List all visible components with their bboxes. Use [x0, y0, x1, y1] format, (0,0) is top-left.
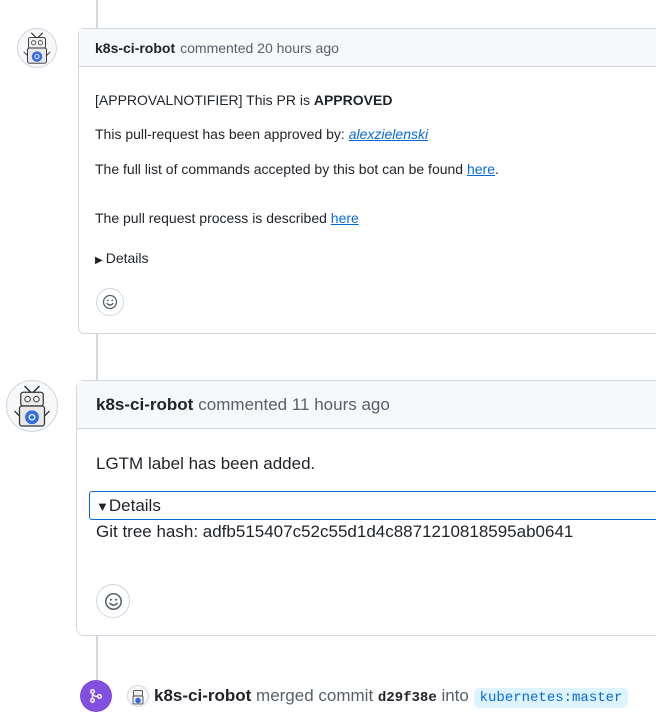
add-reaction-button[interactable]: [96, 584, 130, 618]
comment-box: k8s-ci-robot commented 20 hours ago [APP…: [78, 28, 656, 334]
approver-link[interactable]: alexzielenski: [349, 126, 428, 142]
approved-by-line: This pull-request has been approved by: …: [95, 126, 429, 142]
comment-timestamp[interactable]: commented 20 hours ago: [180, 40, 339, 56]
robot-avatar[interactable]: [6, 380, 58, 432]
comment-timestamp[interactable]: commented 11 hours ago: [198, 395, 390, 415]
details-toggle[interactable]: ▼Details: [96, 496, 161, 516]
smiley-icon: [102, 294, 118, 310]
comment-author[interactable]: k8s-ci-robot: [95, 40, 175, 56]
commands-link[interactable]: here: [467, 161, 495, 177]
target-branch[interactable]: kubernetes:master: [473, 688, 629, 708]
details-toggle[interactable]: ▶ Details: [95, 250, 149, 266]
comment-author[interactable]: k8s-ci-robot: [96, 395, 193, 415]
approval-status: APPROVED: [313, 92, 393, 108]
merge-avatar[interactable]: [127, 685, 149, 707]
comment-header: k8s-ci-robot commented 20 hours ago: [79, 29, 656, 67]
details-summary-focus[interactable]: [89, 491, 656, 520]
comment-box: k8s-ci-robot commented 11 hours ago LGTM…: [76, 380, 656, 636]
tree-hash: Git tree hash: adfb515407c52c55d1d4c8871…: [96, 522, 574, 541]
commands-line: The full list of commands accepted by th…: [95, 161, 499, 177]
triangle-down-icon: ▼: [96, 499, 109, 514]
process-link[interactable]: here: [331, 210, 359, 226]
timeline-line: [96, 0, 98, 28]
triangle-right-icon: ▶: [95, 255, 103, 266]
smiley-icon: [104, 592, 122, 610]
timeline-line: [96, 333, 98, 381]
add-reaction-button[interactable]: [96, 288, 124, 316]
merge-event-text: k8s-ci-robot merged commit d29f38e into …: [154, 685, 629, 709]
commit-sha-link[interactable]: d29f38e: [378, 690, 437, 706]
git-merge-icon: [90, 689, 102, 703]
robot-avatar-small: [132, 690, 144, 705]
process-line: The pull request process is described he…: [95, 210, 359, 226]
comment-header: k8s-ci-robot commented 11 hours ago: [77, 381, 656, 429]
approval-line: [APPROVALNOTIFIER] This PR is APPROVED: [95, 92, 393, 108]
merge-author[interactable]: k8s-ci-robot: [154, 686, 251, 705]
lgtm-message: LGTM label has been added.: [96, 454, 316, 473]
merge-badge: [80, 680, 112, 712]
robot-avatar[interactable]: [17, 28, 57, 68]
